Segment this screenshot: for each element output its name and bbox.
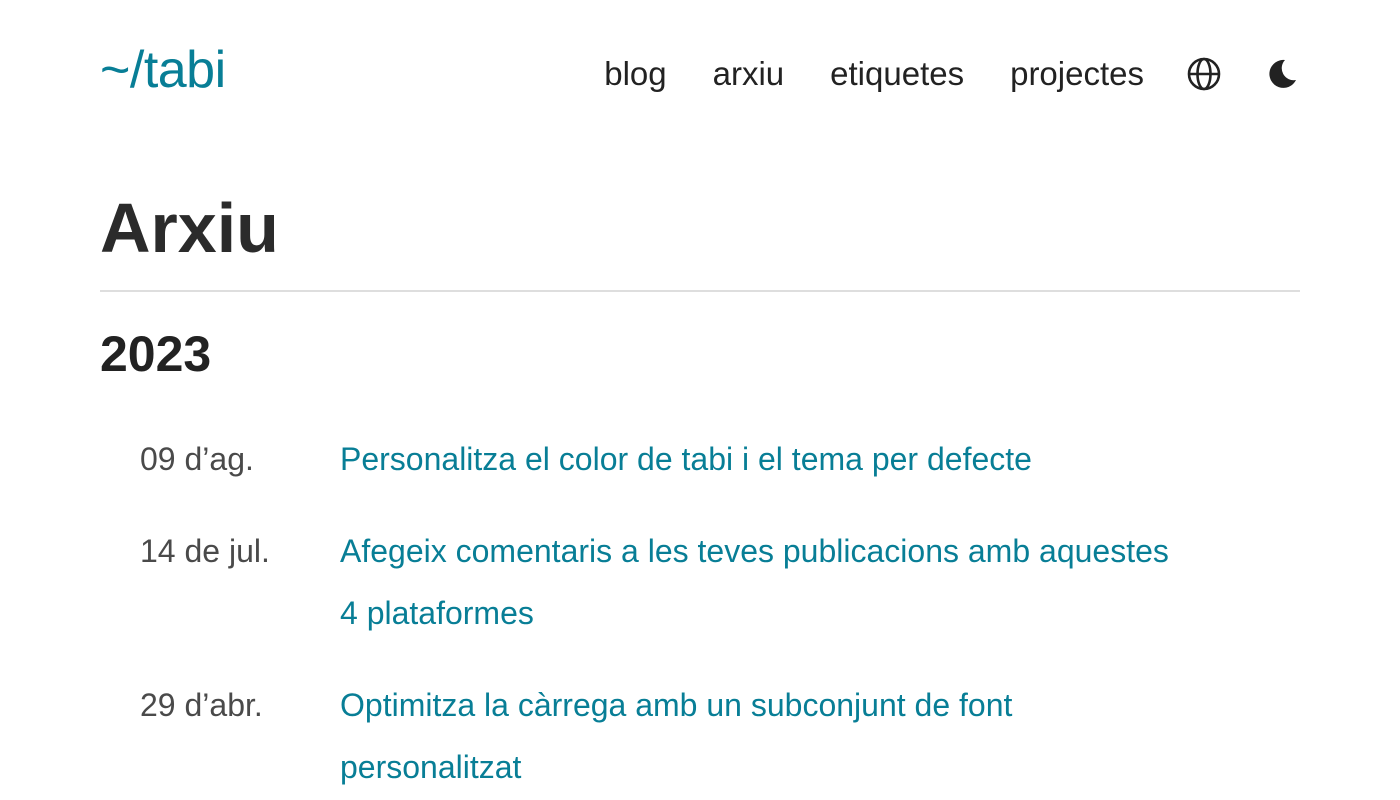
nav-link-arxiu[interactable]: arxiu bbox=[713, 52, 785, 96]
post-title-line: 4 plataformes bbox=[340, 595, 534, 631]
site-header: ~/tabi blog arxiu etiquetes projectes bbox=[100, 0, 1300, 150]
main-nav: blog arxiu etiquetes projectes bbox=[604, 52, 1300, 96]
archive-year-heading: 2023 bbox=[100, 326, 212, 382]
site-title-link[interactable]: ~/tabi bbox=[100, 40, 226, 100]
language-button[interactable] bbox=[1186, 56, 1222, 92]
moon-icon bbox=[1269, 59, 1296, 88]
globe-icon bbox=[1187, 57, 1221, 91]
post-title-line: Personalitza el color de tabi i el tema … bbox=[340, 441, 1032, 477]
post-title-link[interactable]: Personalitza el color de tabi i el tema … bbox=[340, 428, 1260, 490]
nav-link-etiquetes[interactable]: etiquetes bbox=[830, 52, 964, 96]
post-date: 14 de jul. bbox=[140, 533, 270, 569]
post-date: 29 d’abr. bbox=[140, 687, 263, 723]
nav-link-projectes[interactable]: projectes bbox=[1010, 52, 1144, 96]
title-divider bbox=[100, 290, 1300, 292]
page-title: Arxiu bbox=[100, 189, 279, 267]
list-item: 09 d’ag. Personalitza el color de tabi i… bbox=[140, 428, 1260, 490]
list-item: 29 d’abr. Optimitza la càrrega amb un su… bbox=[140, 674, 1260, 798]
page: ~/tabi blog arxiu etiquetes projectes Ar… bbox=[0, 0, 1400, 800]
archive-post-list: 09 d’ag. Personalitza el color de tabi i… bbox=[140, 428, 1260, 798]
post-date: 09 d’ag. bbox=[140, 441, 254, 477]
post-title-line: Optimitza la càrrega amb un subconjunt d… bbox=[340, 687, 1013, 723]
list-item: 14 de jul. Afegeix comentaris a les teve… bbox=[140, 520, 1260, 644]
nav-link-blog[interactable]: blog bbox=[604, 52, 666, 96]
post-title-link[interactable]: Afegeix comentaris a les teves publicaci… bbox=[340, 520, 1260, 644]
post-title-line: personalitzat bbox=[340, 749, 522, 785]
post-title-line: Afegeix comentaris a les teves publicaci… bbox=[340, 533, 1169, 569]
theme-toggle-button[interactable] bbox=[1264, 56, 1300, 92]
post-title-link[interactable]: Optimitza la càrrega amb un subconjunt d… bbox=[340, 674, 1260, 798]
